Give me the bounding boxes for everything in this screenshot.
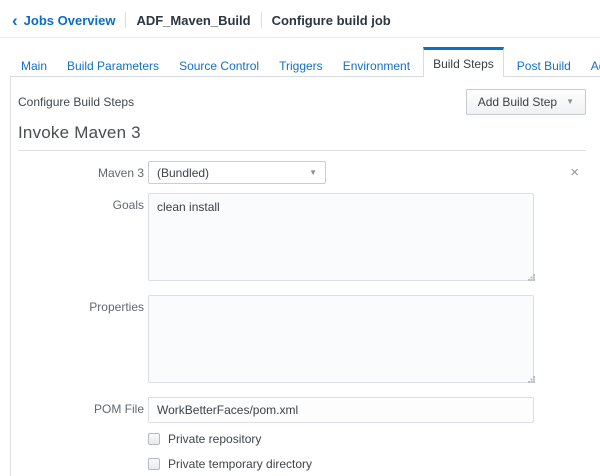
pom-file-label: POM File: [93, 402, 144, 416]
tab-build-parameters[interactable]: Build Parameters: [60, 47, 166, 76]
add-build-step-label: Add Build Step: [477, 95, 558, 109]
maven-version-label: Maven 3: [97, 166, 144, 180]
private-repository-label: Private repository: [168, 432, 262, 446]
tab-build-steps[interactable]: Build Steps: [423, 47, 504, 77]
maven-version-value: (Bundled): [157, 165, 210, 180]
breadcrumb-divider: [125, 12, 127, 28]
add-build-step-button[interactable]: Add Build Step ▼: [465, 89, 586, 115]
tab-main[interactable]: Main: [14, 47, 54, 76]
pom-file-input[interactable]: [148, 397, 534, 423]
back-chevron-icon: ‹: [12, 10, 18, 30]
section-header-row: Configure Build Steps Add Build Step ▼: [18, 89, 586, 115]
maven-step-form: Maven 3 (Bundled) ▼ × Goals clean instal…: [18, 161, 586, 476]
build-steps-panel: Configure Build Steps Add Build Step ▼ I…: [10, 77, 600, 476]
tab-triggers[interactable]: Triggers: [272, 47, 330, 76]
tab-advanced[interactable]: Advanced: [584, 47, 600, 76]
properties-row: Properties: [18, 295, 586, 388]
private-repository-row: Private repository: [148, 432, 586, 446]
maven-version-select[interactable]: (Bundled) ▼: [148, 161, 326, 184]
goals-row: Goals clean install: [18, 193, 586, 286]
breadcrumb-divider: [260, 12, 262, 28]
dropdown-caret-icon: ▼: [566, 97, 574, 106]
breadcrumb-back-label: Jobs Overview: [23, 12, 116, 28]
tab-bar: Main Build Parameters Source Control Tri…: [10, 47, 600, 77]
breadcrumb-job-name: ADF_Maven_Build: [136, 12, 251, 28]
chevron-down-icon: ▼: [309, 167, 317, 177]
goals-input[interactable]: clean install: [148, 193, 534, 281]
private-repository-checkbox[interactable]: [148, 433, 160, 445]
properties-label: Properties: [89, 300, 144, 314]
private-temp-directory-row: Private temporary directory: [148, 457, 586, 471]
breadcrumb: ‹ Jobs Overview ADF_Maven_Build Configur…: [0, 0, 600, 38]
pom-file-row: POM File: [18, 397, 586, 423]
page-title: Configure build job: [271, 12, 391, 28]
resize-grip-icon[interactable]: [528, 381, 530, 383]
remove-step-icon[interactable]: ×: [570, 165, 579, 180]
properties-input[interactable]: [148, 295, 534, 383]
tab-source-control[interactable]: Source Control: [172, 47, 266, 76]
goals-label: Goals: [112, 198, 144, 212]
resize-grip-icon[interactable]: [528, 279, 530, 281]
breadcrumb-back-link[interactable]: ‹ Jobs Overview: [12, 10, 116, 30]
tab-environment[interactable]: Environment: [336, 47, 417, 76]
private-temp-directory-label: Private temporary directory: [168, 457, 313, 471]
step-divider: [18, 150, 586, 151]
section-title: Configure Build Steps: [18, 95, 135, 109]
tab-post-build[interactable]: Post Build: [510, 47, 578, 76]
step-title: Invoke Maven 3: [18, 123, 141, 142]
maven-version-row: Maven 3 (Bundled) ▼ ×: [18, 161, 586, 184]
private-temp-directory-checkbox[interactable]: [148, 458, 160, 470]
